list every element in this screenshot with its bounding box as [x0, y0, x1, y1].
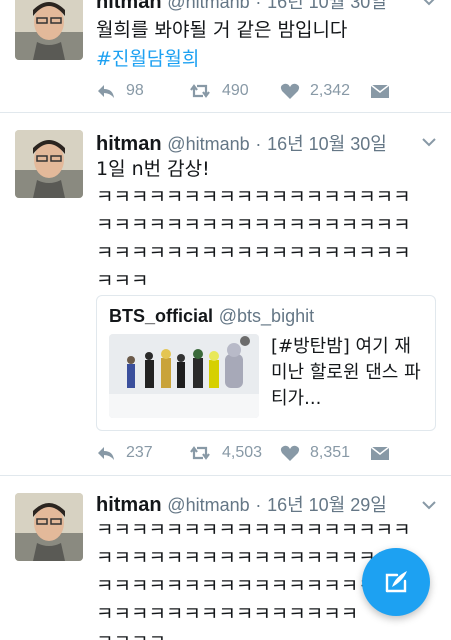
- user-name[interactable]: hitman: [96, 0, 162, 13]
- tweet-date[interactable]: 16년 10월 29일: [267, 495, 387, 515]
- heart-icon: [280, 83, 300, 99]
- quoted-tweet[interactable]: BTS_official @bts_bighit [#방탄밤] 여기 재미난 할…: [96, 295, 436, 431]
- tweet-actions: 98 490 2,342: [96, 81, 396, 105]
- avatar-image: [15, 493, 83, 561]
- envelope-icon: [370, 84, 390, 98]
- reply-button[interactable]: 237: [96, 443, 153, 463]
- user-handle[interactable]: @hitmanb: [167, 0, 249, 12]
- user-name[interactable]: hitman: [96, 494, 162, 516]
- separator-dot: ·: [255, 495, 262, 515]
- retweet-count: 490: [222, 82, 249, 99]
- retweet-icon: [190, 84, 210, 98]
- heart-icon: [280, 445, 300, 461]
- compose-tweet-button[interactable]: [362, 548, 430, 616]
- compose-tweet-icon: [385, 571, 407, 593]
- like-button[interactable]: 8,351: [280, 443, 350, 463]
- user-name[interactable]: hitman: [96, 133, 162, 155]
- tweet-header: hitman @hitmanb · 16년 10월 30일: [96, 0, 387, 14]
- quoted-tweet-text: [#방탄밤] 여기 재미난 할로윈 댄스 파티가...: [271, 336, 421, 409]
- tweet[interactable]: hitman @hitmanb · 16년 10월 30일 월희를 봐야될 거 …: [0, 0, 451, 112]
- avatar-image: [15, 0, 83, 60]
- reply-icon: [98, 85, 114, 98]
- dm-button[interactable]: [370, 443, 390, 463]
- retweet-button[interactable]: 490: [188, 81, 249, 101]
- video-thumbnail[interactable]: [109, 334, 259, 418]
- tweet-header: hitman @hitmanb · 16년 10월 30일: [96, 130, 387, 156]
- tweet-date[interactable]: 16년 10월 30일: [267, 134, 387, 154]
- tweet-date[interactable]: 16년 10월 30일: [267, 0, 387, 12]
- like-button[interactable]: 2,342: [280, 81, 350, 101]
- retweet-button[interactable]: 4,503: [188, 443, 262, 463]
- user-handle[interactable]: @hitmanb: [167, 134, 249, 154]
- chevron-down-icon[interactable]: [421, 137, 437, 147]
- avatar[interactable]: [15, 0, 83, 60]
- quoted-user-handle: @bts_bighit: [218, 306, 315, 326]
- retweet-count: 4,503: [222, 444, 263, 461]
- tweet-text: 월희를 봐야될 거 같은 밤입니다: [96, 19, 348, 41]
- like-count: 2,342: [310, 82, 351, 99]
- chevron-down-icon[interactable]: [421, 0, 437, 6]
- reply-icon: [98, 447, 114, 460]
- avatar-image: [15, 130, 83, 198]
- separator-dot: ·: [255, 0, 262, 12]
- envelope-icon: [370, 446, 390, 460]
- like-count: 8,351: [310, 444, 351, 461]
- video-thumbnail-image: [109, 334, 259, 418]
- tweet-header: hitman @hitmanb · 16년 10월 29일: [96, 491, 387, 517]
- hashtag-link[interactable]: #진월담월희: [96, 44, 199, 71]
- reply-button[interactable]: 98: [96, 81, 144, 101]
- tweet[interactable]: hitman @hitmanb · 16년 10월 30일 1일 n번 감상! …: [0, 113, 451, 475]
- avatar[interactable]: [15, 130, 83, 198]
- dm-button[interactable]: [370, 81, 390, 101]
- quoted-tweet-header: BTS_official @bts_bighit: [109, 306, 314, 327]
- user-handle[interactable]: @hitmanb: [167, 495, 249, 515]
- reply-count: 237: [126, 444, 153, 461]
- chevron-down-icon[interactable]: [421, 500, 437, 510]
- separator-dot: ·: [255, 134, 262, 154]
- tweet-text: 1일 n번 감상! ㅋㅋㅋㅋㅋㅋㅋㅋㅋㅋㅋㅋㅋㅋㅋㅋㅋㅋ ㅋㅋㅋㅋㅋㅋㅋㅋㅋㅋㅋ…: [96, 158, 411, 292]
- reply-count: 98: [126, 82, 144, 99]
- tweet-actions: 237 4,503 8,351: [96, 443, 396, 467]
- quoted-user-name: BTS_official: [109, 306, 214, 326]
- retweet-icon: [190, 446, 210, 460]
- avatar[interactable]: [15, 493, 83, 561]
